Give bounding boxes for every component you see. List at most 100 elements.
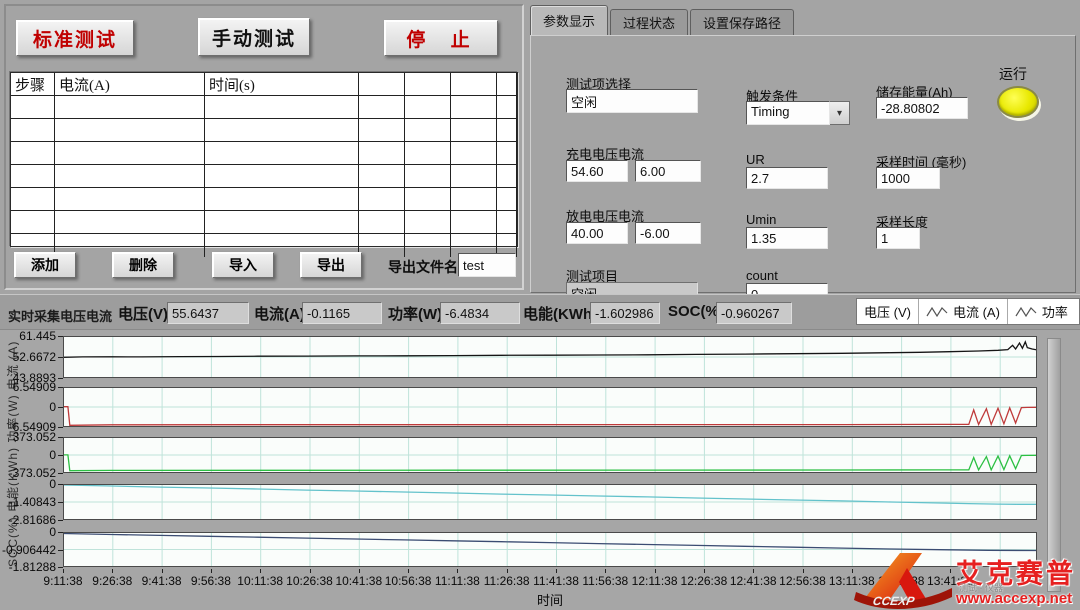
steps-table-cell[interactable] [11,211,55,234]
tab-1[interactable]: 过程状态 [610,9,688,36]
charge-voltage-input[interactable] [566,160,628,182]
steps-table-cell[interactable] [205,165,359,188]
steps-table-cell[interactable] [205,119,359,142]
x-tick-mark [605,569,606,573]
steps-table-cell[interactable] [11,188,55,211]
steps-table-cell[interactable] [497,142,517,165]
steps-table-cell[interactable] [359,96,405,119]
plot-area[interactable] [63,336,1037,567]
x-tick-mark [310,569,311,573]
manual-test-button[interactable]: 手动测试 [198,18,310,56]
steps-table-cell[interactable] [497,119,517,142]
standard-test-button[interactable]: 标准测试 [16,20,134,56]
steps-table-cell[interactable] [405,211,451,234]
steps-table-cell[interactable] [405,165,451,188]
x-tick-label: 13:41:38 [927,574,974,588]
table-row[interactable] [11,165,517,188]
x-tick-mark [211,569,212,573]
legend-item[interactable]: 电压 (V) [857,299,918,324]
steps-table-cell[interactable] [205,96,359,119]
charge-current-input[interactable] [635,160,701,182]
steps-table-cell[interactable] [55,165,205,188]
steps-table-cell[interactable] [451,119,497,142]
x-axis-label: 时间 [537,590,563,609]
steps-table-cell[interactable] [451,142,497,165]
steps-table-cell[interactable] [359,234,405,257]
steps-table[interactable]: 步骤电流(A)时间(s) [10,72,518,247]
table-row[interactable] [11,96,517,119]
table-row[interactable] [11,188,517,211]
chart-band[interactable] [63,387,1037,427]
chart-band[interactable] [63,336,1037,378]
delete-step-button[interactable]: 删除 [112,252,174,278]
chart-band[interactable] [63,437,1037,473]
steps-table-cell[interactable] [405,234,451,257]
steps-table-cell[interactable] [405,119,451,142]
legend-item[interactable]: 电流 (A) [918,299,1007,324]
legend-item[interactable]: 功率 [1007,299,1075,324]
steps-table-cell[interactable] [11,165,55,188]
live-value-indicator: -0.1165 [302,302,382,324]
steps-table-cell[interactable] [205,142,359,165]
test-item-select-input[interactable] [566,89,698,113]
export-filename-input[interactable] [458,253,516,277]
steps-table-cell[interactable] [55,119,205,142]
export-button[interactable]: 导出 [300,252,362,278]
steps-table-cell[interactable] [405,188,451,211]
y-tick-label: -0.906442 [2,543,56,557]
chevron-down-icon[interactable]: ▾ [830,101,850,125]
steps-table-cell[interactable] [405,142,451,165]
steps-table-cell[interactable] [451,211,497,234]
plot-legend[interactable]: 电压 (V) 电流 (A)功率 [856,298,1080,325]
chart-band[interactable] [63,484,1037,520]
stop-button[interactable]: 停 止 [384,20,498,56]
steps-table-cell[interactable] [359,142,405,165]
tab-0-active[interactable]: 参数显示 [530,5,608,36]
steps-table-cell[interactable] [55,96,205,119]
steps-table-cell[interactable] [497,165,517,188]
tab-2[interactable]: 设置保存路径 [690,9,794,36]
steps-table-cell[interactable] [405,96,451,119]
steps-table-cell[interactable] [359,211,405,234]
waveform-icon [926,305,948,319]
params-tab-body: 测试项选择 充电电压电流 放电电压电流 测试项目 空闲 触发条件 Timing … [530,35,1076,293]
run-led-indicator [997,86,1039,118]
import-button[interactable]: 导入 [212,252,274,278]
steps-table-cell[interactable] [497,211,517,234]
steps-table-cell[interactable] [497,188,517,211]
umin-input[interactable] [746,227,828,249]
steps-table-cell[interactable] [55,188,205,211]
table-row[interactable] [11,119,517,142]
steps-table-cell[interactable] [205,188,359,211]
x-tick-mark [162,569,163,573]
add-step-button[interactable]: 添加 [14,252,76,278]
steps-table-cell[interactable] [359,165,405,188]
steps-table-cell[interactable] [11,142,55,165]
steps-table-cell[interactable] [451,188,497,211]
discharge-current-input[interactable] [635,222,701,244]
table-row[interactable] [11,142,517,165]
steps-table-cell[interactable] [359,119,405,142]
y-tick-label: -1.40843 [2,495,56,509]
stored-energy-input[interactable] [876,97,968,119]
legend-item-label: 电压 (V) [864,302,911,321]
steps-table-cell[interactable] [205,211,359,234]
steps-table-cell[interactable] [451,96,497,119]
x-tick-label: 10:41:38 [335,574,382,588]
sample-length-input[interactable] [876,227,920,249]
sample-time-input[interactable] [876,167,940,189]
ur-input[interactable] [746,167,828,189]
steps-table-cell[interactable] [55,142,205,165]
discharge-voltage-input[interactable] [566,222,628,244]
trigger-select[interactable]: Timing ▾ [746,101,850,125]
steps-table-cell[interactable] [359,188,405,211]
steps-table-cell[interactable] [11,96,55,119]
live-label: 电能(KWh) [523,303,597,324]
steps-table-cell[interactable] [497,96,517,119]
x-tick-label: 9:41:38 [142,574,182,588]
table-row[interactable] [11,211,517,234]
steps-table-cell[interactable] [55,211,205,234]
steps-table-cell[interactable] [11,119,55,142]
chart-band[interactable] [63,532,1037,567]
steps-table-cell[interactable] [451,165,497,188]
